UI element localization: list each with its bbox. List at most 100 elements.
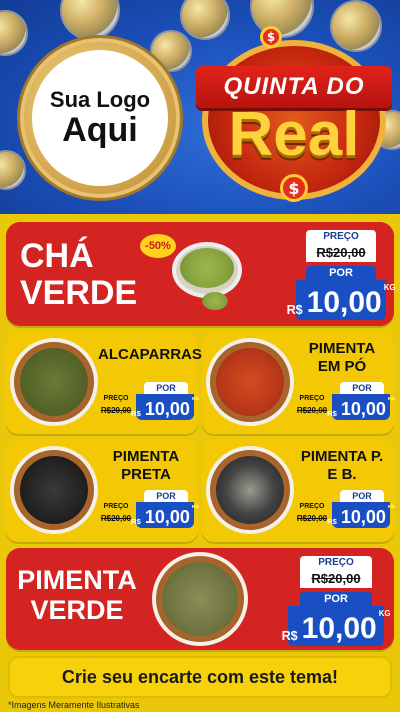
old-price-value: R$20,00 bbox=[296, 514, 328, 523]
price-block: PREÇO R$20,00 POR R$ 10,00 KG bbox=[282, 556, 390, 646]
capers-image bbox=[20, 348, 88, 416]
old-price: R$20,00 bbox=[294, 512, 330, 526]
por-label: POR bbox=[306, 266, 376, 280]
new-price: R$ 10,00 KG bbox=[131, 502, 199, 528]
old-price-value: R$20,00 bbox=[296, 406, 328, 415]
price-label: PREÇO bbox=[300, 556, 372, 570]
price-block: PREÇO R$20,00 POR R$ 10,00 KG bbox=[294, 382, 395, 428]
discount-badge: -50% bbox=[140, 234, 176, 258]
currency-label: R$ bbox=[131, 517, 141, 527]
product-name-line2: EM PÓ bbox=[317, 358, 367, 375]
product-name-line1: CHÁ bbox=[20, 237, 94, 275]
product-card-pimenta-em-po: PIMENTA EM PÓ PREÇO R$20,00 POR R$ 10,00… bbox=[202, 332, 395, 434]
price-value: 10,00 bbox=[144, 507, 190, 527]
currency-label: R$ bbox=[131, 409, 141, 419]
price-value: 10,00 bbox=[144, 399, 190, 419]
price-label: PREÇO bbox=[103, 395, 129, 402]
por-label: POR bbox=[144, 490, 188, 502]
price-value: 10,00 bbox=[306, 286, 382, 319]
new-price: R$ 10,00 KG bbox=[327, 394, 395, 420]
unit-label: KG bbox=[191, 503, 199, 509]
brand-big-text: Real bbox=[228, 100, 360, 169]
old-price-value: R$20,00 bbox=[311, 571, 361, 586]
currency-label: R$ bbox=[327, 409, 337, 419]
old-price: R$20,00 bbox=[294, 404, 330, 418]
old-price-value: R$20,00 bbox=[100, 406, 132, 415]
price-value: 10,00 bbox=[340, 399, 386, 419]
product-name-line2: VERDE bbox=[30, 594, 124, 625]
price-label: PREÇO bbox=[299, 503, 325, 510]
unit-label: KG bbox=[191, 395, 199, 401]
unit-label: KG bbox=[383, 282, 396, 292]
matcha-powder-image bbox=[180, 248, 234, 288]
matcha-spoon-image bbox=[202, 292, 228, 310]
unit-label: KG bbox=[378, 608, 391, 618]
logo-line1: Sua Logo bbox=[49, 87, 151, 113]
price-block: PREÇO R$20,00 POR R$ 10,00 KG bbox=[294, 490, 395, 536]
coin-image bbox=[0, 10, 28, 56]
product-card-pimenta-verde: PIMENTA VERDE PREÇO R$20,00 POR R$ 10,00… bbox=[6, 548, 394, 650]
price-label: PREÇO bbox=[103, 503, 129, 510]
por-label: POR bbox=[340, 382, 384, 394]
mixed-pepper-image bbox=[216, 456, 284, 524]
new-price: R$ 10,00 KG bbox=[287, 280, 395, 320]
old-price: R$20,00 bbox=[300, 570, 372, 588]
price-block: PREÇO R$20,00 POR R$ 10,00 KG bbox=[98, 382, 199, 428]
new-price: R$ 10,00 KG bbox=[282, 606, 390, 646]
dollar-coin-icon: $ bbox=[260, 26, 282, 48]
product-card-pimenta-preta: PIMENTA PRETA PREÇO R$20,00 POR R$ 10,00… bbox=[6, 440, 199, 542]
product-name: PIMENTA VERDE bbox=[12, 565, 142, 625]
price-block: PREÇO R$20,00 POR R$ 10,00 KG bbox=[287, 230, 395, 322]
black-pepper-image bbox=[20, 456, 88, 524]
unit-label: KG bbox=[387, 503, 395, 509]
product-name-line1: PIMENTA bbox=[112, 448, 180, 465]
product-name: ALCAPARRAS bbox=[98, 346, 202, 363]
logo-placeholder: Sua Logo Aqui bbox=[32, 50, 168, 186]
product-name-line2: E B. bbox=[327, 466, 357, 483]
old-price: R$20,00 bbox=[306, 244, 376, 262]
por-label: POR bbox=[144, 382, 188, 394]
currency-label: R$ bbox=[281, 629, 298, 644]
price-value: 10,00 bbox=[340, 507, 386, 527]
old-price: R$20,00 bbox=[98, 404, 134, 418]
product-card-pimenta-pb: PIMENTA P. E B. PREÇO R$20,00 POR R$ 10,… bbox=[202, 440, 395, 542]
currency-label: R$ bbox=[327, 517, 337, 527]
product-name-line1: PIMENTA bbox=[17, 565, 137, 595]
product-name-line2: VERDE bbox=[20, 274, 138, 313]
price-value: 10,00 bbox=[301, 612, 377, 645]
new-price: R$ 10,00 KG bbox=[327, 502, 395, 528]
product-card-cha-verde: CHÁ VERDE -50% PREÇO R$20,00 POR R$ 10,0… bbox=[6, 222, 395, 326]
unit-label: KG bbox=[387, 395, 395, 401]
product-name: PIMENTA EM PÓ bbox=[294, 340, 390, 376]
price-label: PREÇO bbox=[306, 230, 376, 244]
por-label: POR bbox=[300, 592, 372, 606]
old-price-value: R$20,00 bbox=[316, 245, 366, 260]
por-label: POR bbox=[340, 490, 384, 502]
product-name: CHÁ VERDE bbox=[20, 237, 138, 313]
ground-pepper-image bbox=[216, 348, 284, 416]
new-price: R$ 10,00 KG bbox=[131, 394, 199, 420]
header-banner: Sua Logo Aqui $ QUINTA DO Real $ bbox=[0, 0, 400, 214]
product-name-line2: PRETA bbox=[121, 466, 171, 483]
logo-line2: Aqui bbox=[62, 111, 138, 150]
coin-image bbox=[60, 0, 120, 40]
product-name: PIMENTA PRETA bbox=[98, 448, 194, 484]
product-name: PIMENTA P. E B. bbox=[294, 448, 390, 484]
currency-label: R$ bbox=[286, 303, 303, 318]
brand-title: $ QUINTA DO Real $ bbox=[196, 26, 392, 202]
product-name-line1: PIMENTA bbox=[308, 340, 376, 357]
coin-image bbox=[180, 0, 230, 40]
disclaimer-text: *Imagens Meramente Ilustrativas bbox=[8, 700, 140, 710]
green-pepper-image bbox=[162, 562, 238, 636]
price-label: PREÇO bbox=[299, 395, 325, 402]
old-price: R$20,00 bbox=[98, 512, 134, 526]
price-block: PREÇO R$20,00 POR R$ 10,00 KG bbox=[98, 490, 199, 536]
coin-image bbox=[0, 150, 26, 190]
coin-image bbox=[250, 0, 314, 38]
cta-banner: Crie seu encarte com este tema! bbox=[8, 656, 392, 698]
product-card-alcaparras: ALCAPARRAS PREÇO R$20,00 POR R$ 10,00 KG bbox=[6, 332, 202, 434]
dollar-coin-icon: $ bbox=[280, 174, 308, 202]
old-price-value: R$20,00 bbox=[100, 514, 132, 523]
product-name-line1: PIMENTA P. bbox=[300, 448, 384, 465]
brand-top-text: QUINTA DO bbox=[223, 73, 365, 100]
